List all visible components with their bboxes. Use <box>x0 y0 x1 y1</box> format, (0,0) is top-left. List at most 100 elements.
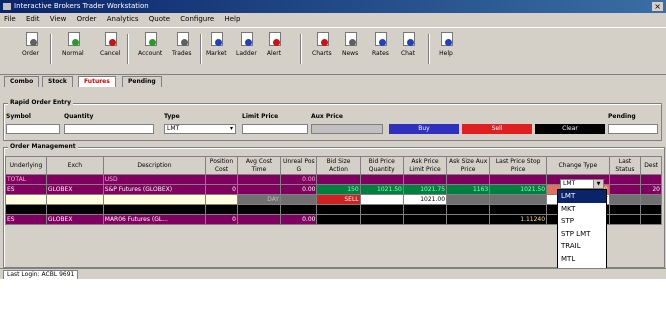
tab-combo[interactable]: Combo <box>4 76 40 87</box>
table-cell[interactable] <box>236 214 282 225</box>
pending-input[interactable] <box>608 124 658 134</box>
table-cell[interactable] <box>5 194 47 205</box>
table-cell[interactable] <box>640 214 662 225</box>
column-header[interactable]: Change Type <box>546 156 610 175</box>
table-cell[interactable]: 20 <box>640 184 662 195</box>
table-cell[interactable] <box>640 194 662 205</box>
table-cell[interactable] <box>205 174 238 185</box>
table-cell[interactable]: 1021.50 <box>489 184 548 195</box>
table-cell[interactable] <box>236 204 282 215</box>
table-cell[interactable]: 0 <box>205 184 238 195</box>
menu-analytics[interactable]: Analytics <box>107 13 139 26</box>
toolbar-ladder-button[interactable]: Ladder <box>236 30 257 57</box>
column-header[interactable]: Underlying <box>5 156 47 175</box>
toolbar-news-button[interactable]: News <box>342 30 358 57</box>
table-cell[interactable] <box>280 204 318 215</box>
toolbar-order-button[interactable]: Order <box>22 30 39 57</box>
table-cell[interactable] <box>446 194 491 205</box>
tab-futures[interactable]: Futures <box>78 76 116 87</box>
chevron-down-icon[interactable]: ▼ <box>593 180 603 188</box>
table-cell[interactable] <box>359 204 404 215</box>
table-cell[interactable]: 1.11240 <box>489 214 548 225</box>
aux-price-input[interactable] <box>311 124 383 134</box>
table-cell[interactable] <box>608 194 642 205</box>
type-select[interactable]: LMT ▾ <box>164 124 236 134</box>
table-cell[interactable] <box>5 204 47 215</box>
table-cell[interactable] <box>102 194 207 205</box>
column-header[interactable]: Description <box>102 156 207 175</box>
table-cell[interactable] <box>236 174 282 185</box>
table-cell[interactable]: SELL <box>316 194 361 205</box>
table-cell[interactable]: DAY <box>236 194 282 205</box>
table-cell[interactable] <box>402 174 448 185</box>
table-cell[interactable] <box>236 184 282 195</box>
column-header[interactable]: Dest <box>640 156 662 175</box>
order-type-option[interactable]: MTL <box>558 253 606 266</box>
table-cell[interactable] <box>640 204 662 215</box>
column-header[interactable]: Bid Price Quantity <box>359 156 404 175</box>
toolbar-cancel-button[interactable]: Cancel <box>100 30 120 57</box>
table-cell[interactable]: GLOBEX <box>45 184 104 195</box>
menu-order[interactable]: Order <box>77 13 97 26</box>
column-header[interactable]: Bid Size Action <box>316 156 361 175</box>
menu-configure[interactable]: Configure <box>180 13 214 26</box>
table-cell[interactable] <box>446 214 491 225</box>
order-type-option[interactable]: STP LMT <box>558 228 606 241</box>
table-cell[interactable] <box>402 214 448 225</box>
table-cell[interactable] <box>205 194 238 205</box>
toolbar-alert-button[interactable]: Alert <box>266 30 282 57</box>
table-cell[interactable] <box>489 194 548 205</box>
table-cell[interactable] <box>446 204 491 215</box>
column-header[interactable]: Last Price Stop Price <box>489 156 548 175</box>
column-header[interactable]: Position Cost <box>205 156 238 175</box>
table-cell[interactable] <box>316 174 361 185</box>
menu-file[interactable]: File <box>4 13 16 26</box>
menu-help[interactable]: Help <box>224 13 240 26</box>
table-cell[interactable] <box>359 194 404 205</box>
menu-view[interactable]: View <box>50 13 67 26</box>
column-header[interactable]: Unreal Pos G <box>280 156 318 175</box>
table-cell[interactable] <box>45 204 104 215</box>
table-cell[interactable] <box>45 174 104 185</box>
table-cell[interactable]: 0.00 <box>280 214 318 225</box>
table-cell[interactable] <box>640 174 662 185</box>
column-header[interactable]: Last Status <box>608 156 642 175</box>
order-type-option[interactable]: MKT <box>558 203 606 216</box>
tab-pending[interactable]: Pending <box>122 76 162 87</box>
order-type-option[interactable]: TRAIL <box>558 240 606 253</box>
table-cell[interactable] <box>316 204 361 215</box>
table-cell[interactable] <box>205 204 238 215</box>
order-type-option[interactable]: STP <box>558 215 606 228</box>
table-cell[interactable] <box>608 174 642 185</box>
table-cell[interactable] <box>608 214 642 225</box>
menu-quote[interactable]: Quote <box>149 13 170 26</box>
table-cell[interactable]: USD <box>102 174 207 185</box>
quantity-input[interactable] <box>64 124 154 134</box>
toolbar-trades-button[interactable]: Trades <box>172 30 192 57</box>
table-cell[interactable] <box>45 194 104 205</box>
column-header[interactable]: Avg Cost Time <box>236 156 282 175</box>
table-cell[interactable] <box>359 214 404 225</box>
limit-price-input[interactable] <box>242 124 308 134</box>
column-header[interactable]: Ask Price Limit Price <box>402 156 448 175</box>
table-cell[interactable]: 0.00 <box>280 184 318 195</box>
table-cell[interactable]: S&P Futures (GLOBEX) <box>102 184 207 195</box>
table-cell[interactable] <box>608 184 642 195</box>
table-cell[interactable]: 1021.75 <box>402 184 448 195</box>
table-cell[interactable] <box>316 214 361 225</box>
buy-button[interactable]: Buy <box>389 124 459 134</box>
table-cell[interactable] <box>402 204 448 215</box>
table-cell[interactable]: GLOBEX <box>45 214 104 225</box>
toolbar-rates-button[interactable]: Rates <box>372 30 389 57</box>
table-cell[interactable]: 1021.00 <box>402 194 448 205</box>
tab-stock[interactable]: Stock <box>42 76 73 87</box>
table-cell[interactable] <box>359 174 404 185</box>
order-type-option[interactable]: LMT <box>558 190 606 203</box>
sell-button[interactable]: Sell <box>462 124 532 134</box>
column-header[interactable]: Ask Size Aux Price <box>446 156 491 175</box>
table-cell[interactable]: TOTAL <box>5 174 47 185</box>
table-cell[interactable] <box>446 174 491 185</box>
symbol-input[interactable] <box>6 124 60 134</box>
toolbar-charts-button[interactable]: Charts <box>312 30 332 57</box>
toolbar-normal-button[interactable]: Normal <box>62 30 84 57</box>
